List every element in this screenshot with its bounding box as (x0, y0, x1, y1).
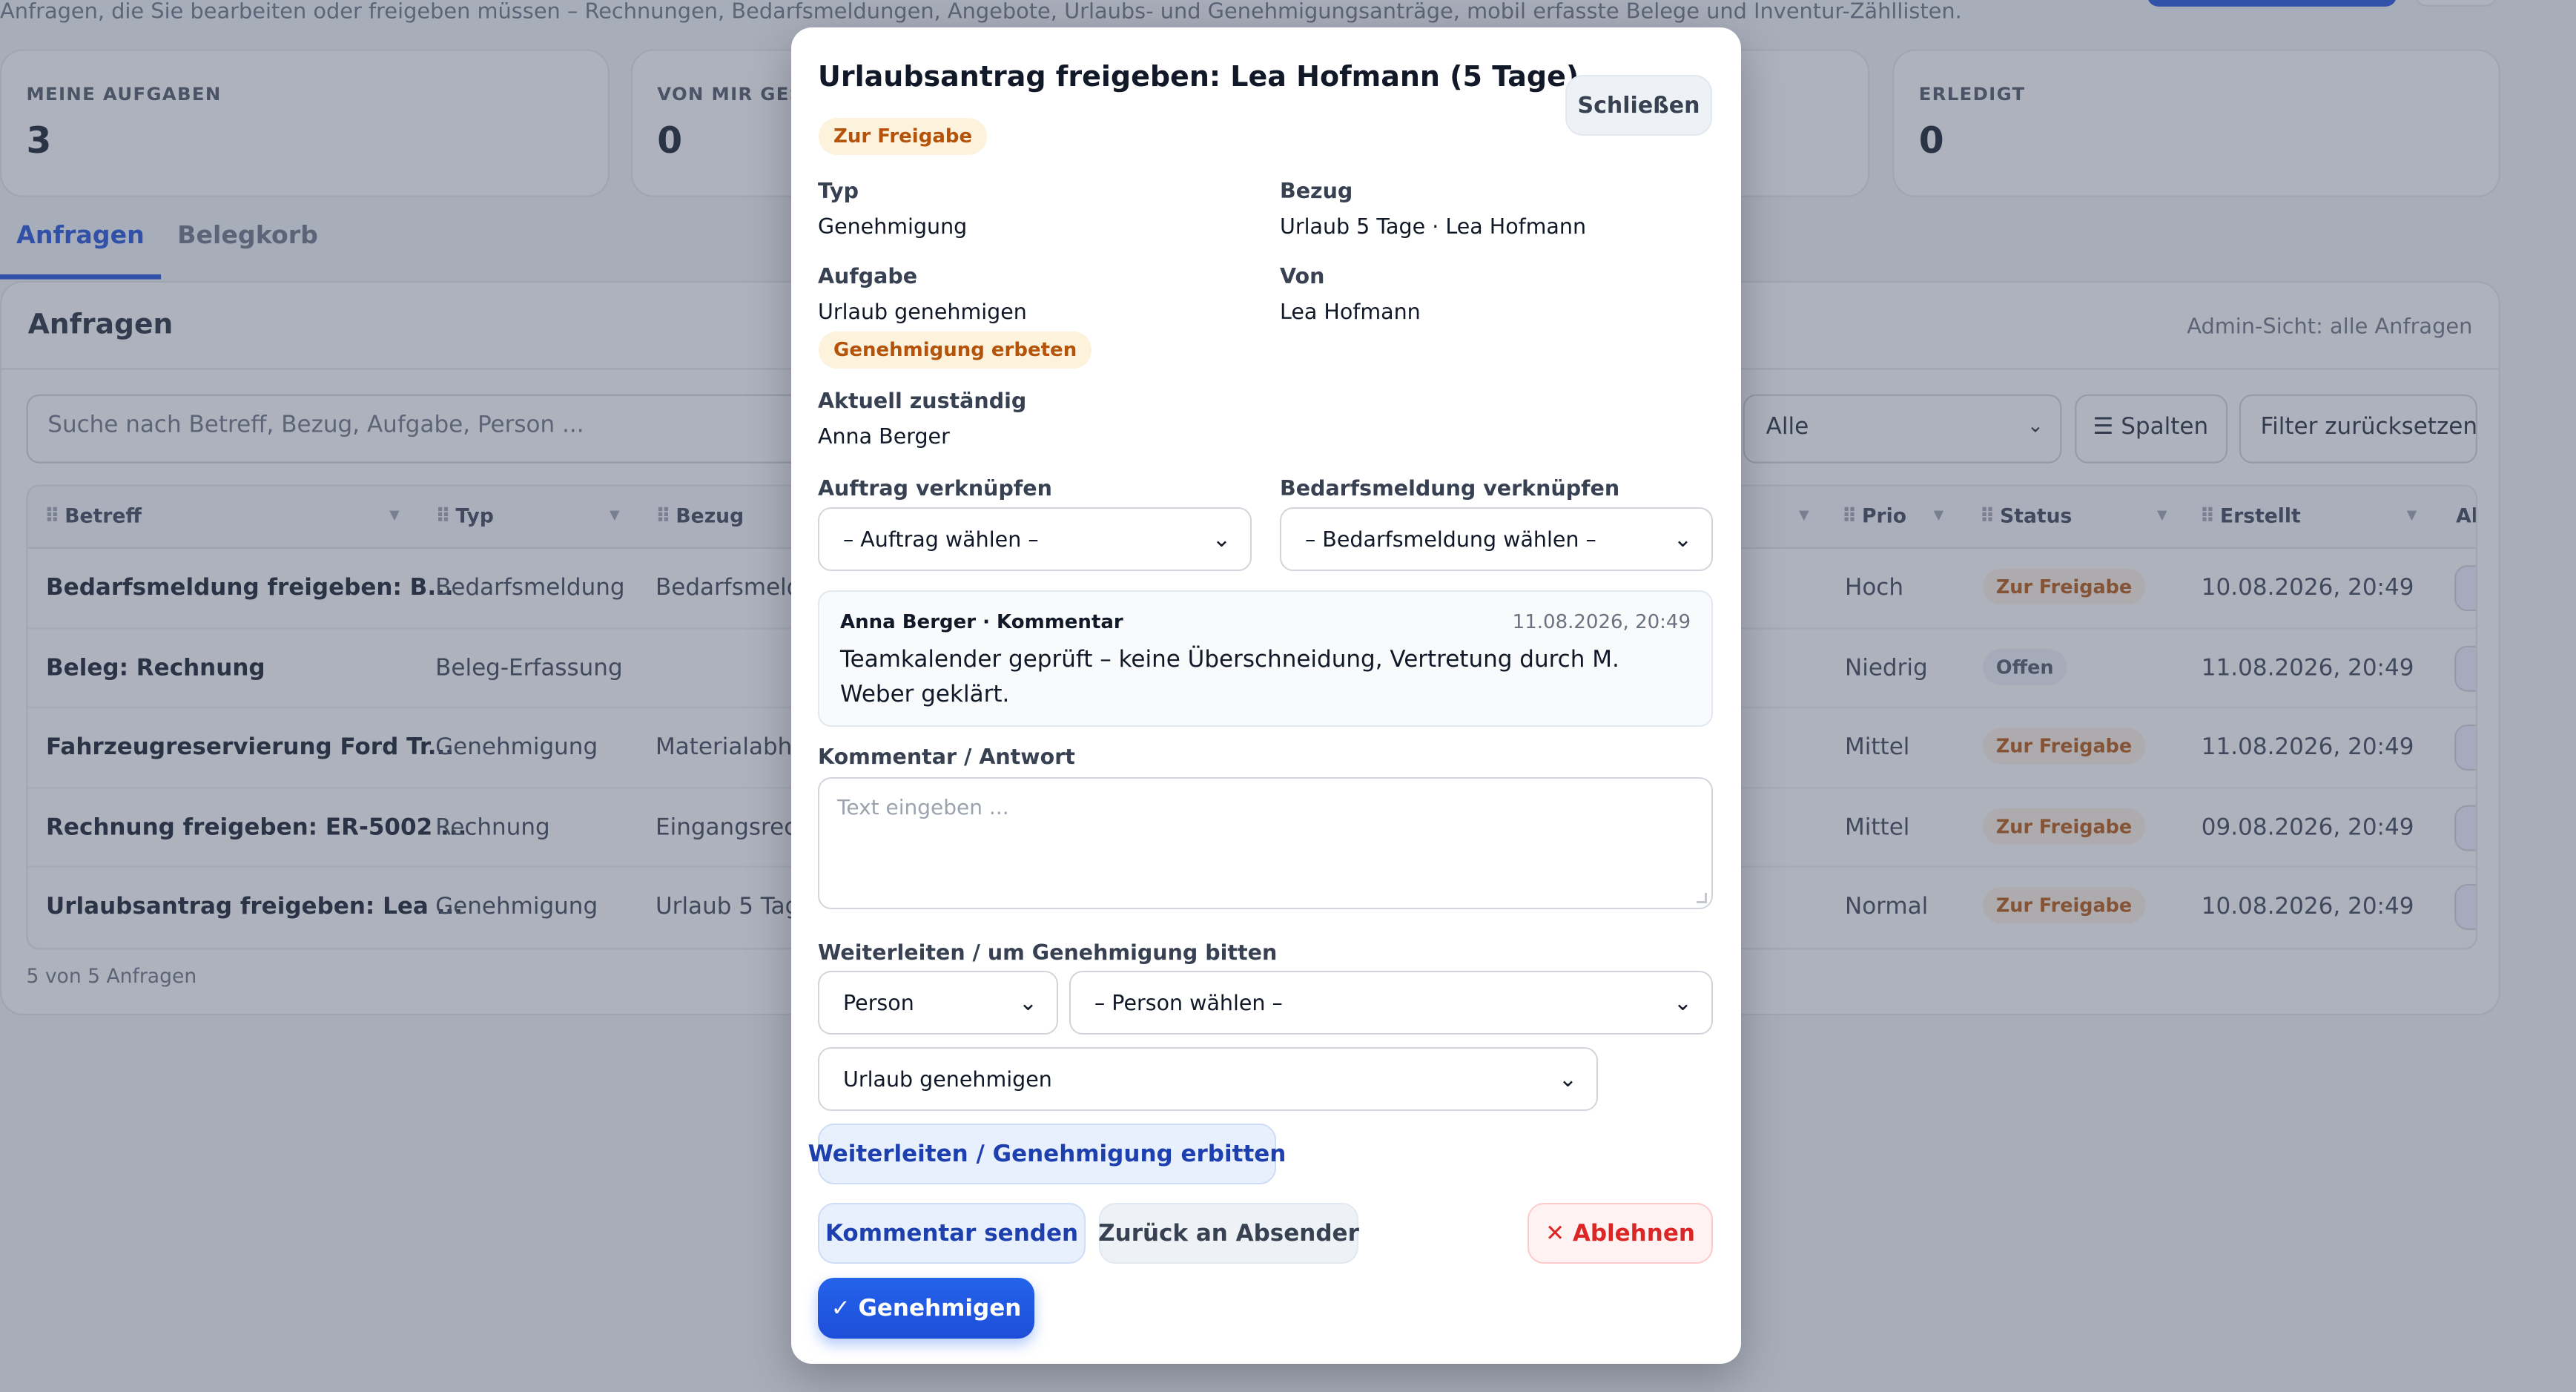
field-value-bezug: Urlaub 5 Tage · Lea Hofmann (1280, 214, 1587, 239)
forward-task-value: Urlaub genehmigen (843, 1066, 1052, 1092)
forward-button[interactable]: Weiterleiten / Genehmigung erbitten (808, 1124, 1286, 1184)
link-order-value: – Auftrag wählen – (843, 527, 1039, 552)
forward-task-select[interactable]: Urlaub genehmigen ⌄ (818, 1047, 1598, 1111)
forward-person-value: – Person wählen – (1094, 990, 1283, 1015)
comment-author: Anna Berger · Kommentar (840, 611, 1123, 633)
link-demand-value: – Bedarfsmeldung wählen – (1305, 527, 1596, 552)
forward-kind-select[interactable]: Person ⌄ (818, 971, 1058, 1035)
chevron-down-icon: ⌄ (1673, 527, 1692, 552)
forward-label: Weiterleiten / um Genehmigung bitten (818, 940, 1278, 965)
link-demand-select[interactable]: – Bedarfsmeldung wählen – ⌄ (1280, 507, 1713, 571)
field-label-von: Von (1280, 264, 1325, 288)
link-order-select[interactable]: – Auftrag wählen – ⌄ (818, 507, 1252, 571)
forward-person-select[interactable]: – Person wählen – ⌄ (1069, 971, 1713, 1035)
reply-textarea[interactable]: Text eingeben ... (818, 777, 1713, 909)
link-demand-label: Bedarfsmeldung verknüpfen (1280, 476, 1620, 501)
field-label-zustaendig: Aktuell zuständig (818, 389, 1027, 413)
resize-handle-icon[interactable] (1697, 893, 1707, 903)
field-value-typ: Genehmigung (818, 214, 968, 239)
close-button[interactable]: Schließen (1565, 75, 1712, 136)
reply-placeholder: Text eingeben ... (837, 795, 1009, 819)
link-order-label: Auftrag verknüpfen (818, 476, 1052, 501)
field-label-typ: Typ (818, 179, 859, 203)
chevron-down-icon: ⌄ (1558, 1066, 1577, 1092)
field-label-aufgabe: Aufgabe (818, 264, 918, 288)
dialog-title: Urlaubsantrag freigeben: Lea Hofmann (5 … (818, 60, 1579, 93)
task-badge: Genehmigung erbeten (819, 331, 1092, 369)
chevron-down-icon: ⌄ (1673, 990, 1692, 1016)
comment-time: 11.08.2026, 20:49 (1512, 611, 1691, 633)
forward-kind-value: Person (843, 990, 914, 1015)
reply-label: Kommentar / Antwort (818, 745, 1075, 769)
comment-card: Anna Berger · Kommentar 11.08.2026, 20:4… (818, 590, 1713, 727)
comment-text: Teamkalender geprüft – keine Überschneid… (840, 646, 1619, 707)
return-to-sender-button[interactable]: Zurück an Absender (1098, 1203, 1359, 1264)
field-label-bezug: Bezug (1280, 179, 1353, 203)
approval-dialog: Urlaubsantrag freigeben: Lea Hofmann (5 … (791, 27, 1741, 1364)
approve-button[interactable]: ✓ Genehmigen (818, 1278, 1034, 1339)
field-value-zustaendig: Anna Berger (818, 424, 950, 449)
field-value-aufgabe: Urlaub genehmigen (818, 300, 1027, 324)
reject-button[interactable]: ✕ Ablehnen (1528, 1203, 1713, 1264)
field-value-von: Lea Hofmann (1280, 300, 1421, 324)
status-badge: Zur Freigabe (819, 118, 988, 155)
chevron-down-icon: ⌄ (1018, 990, 1037, 1016)
send-comment-button[interactable]: Kommentar senden (818, 1203, 1086, 1264)
chevron-down-icon: ⌄ (1212, 527, 1231, 552)
